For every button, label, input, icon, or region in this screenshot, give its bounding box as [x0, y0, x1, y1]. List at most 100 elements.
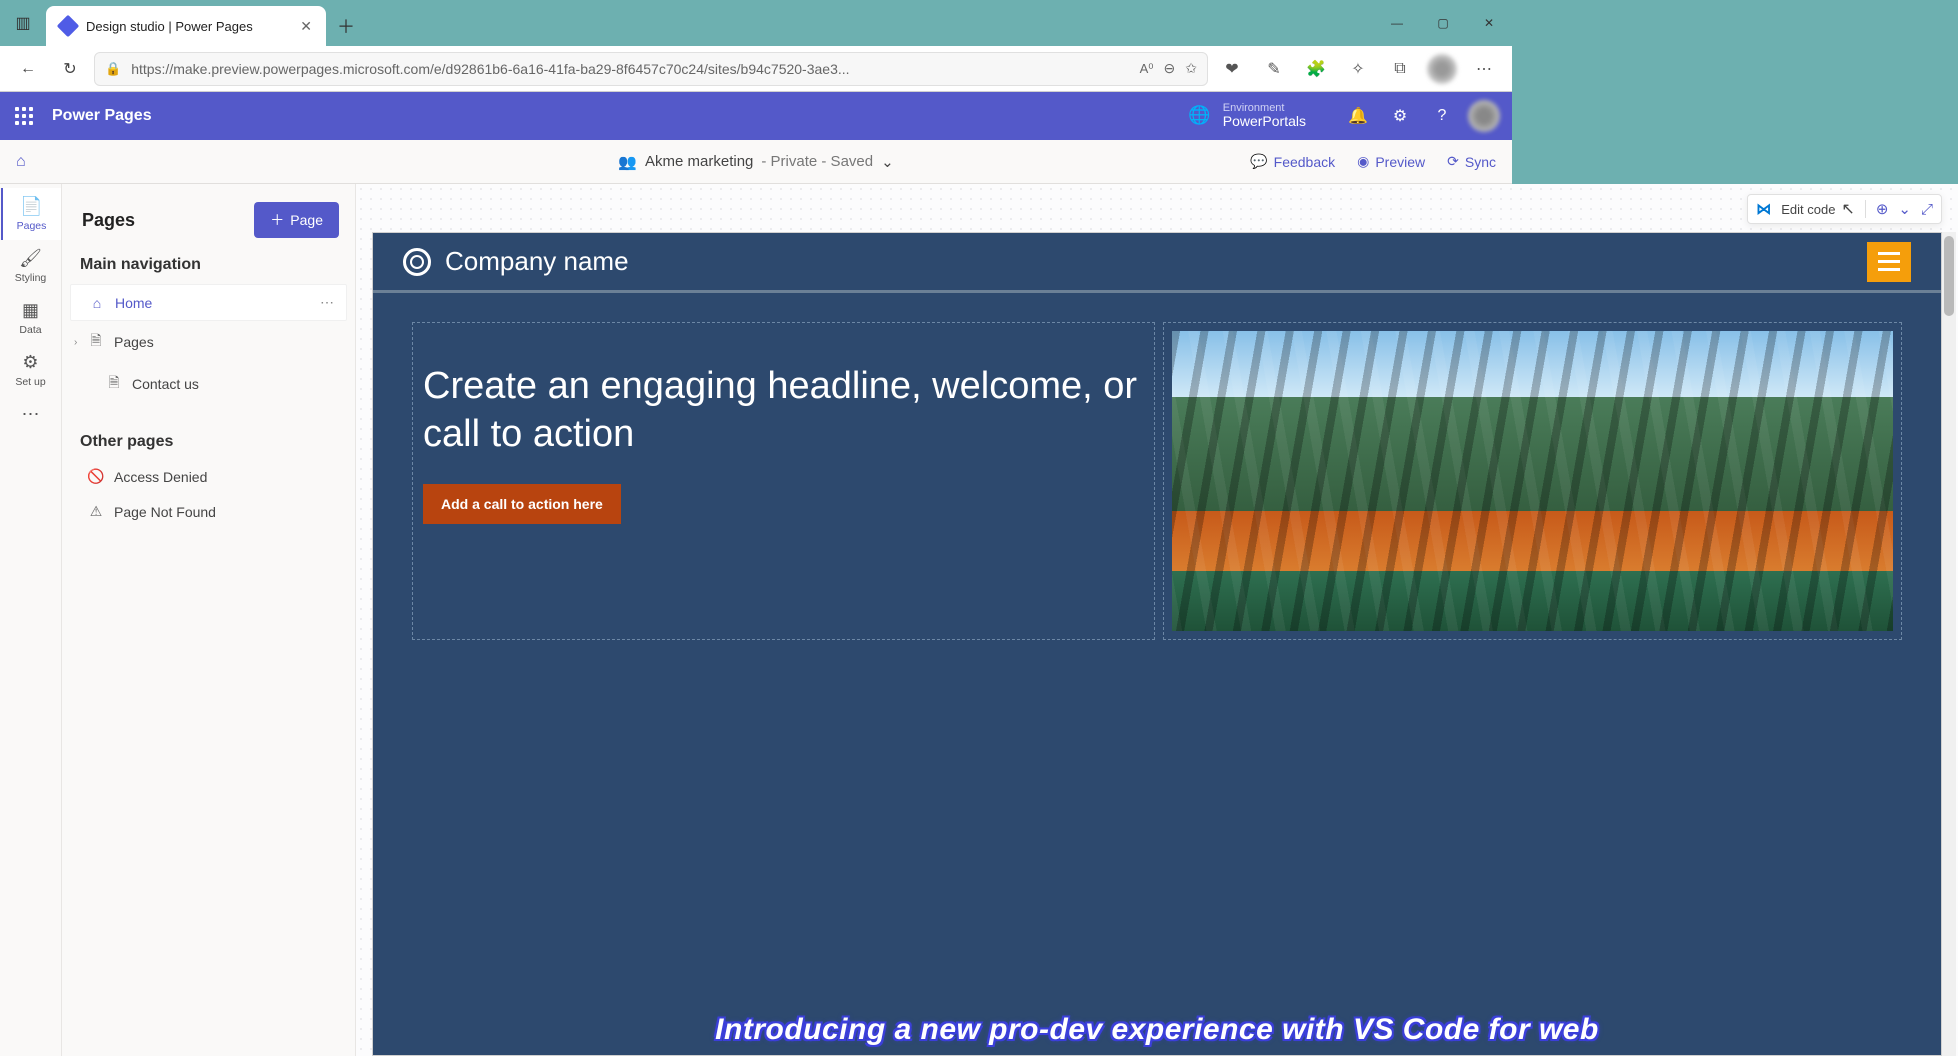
feedback-label: Feedback	[1274, 154, 1335, 170]
hero-section[interactable]: Create an engaging headline, welcome, or…	[373, 293, 1941, 639]
more-icon[interactable]: ⋯	[1466, 51, 1502, 87]
minimize-button[interactable]: —	[1374, 0, 1420, 46]
hero-text-column[interactable]: Create an engaging headline, welcome, or…	[413, 323, 1154, 639]
refresh-button[interactable]: ↻	[52, 51, 88, 87]
new-tab-button[interactable]: ＋	[326, 6, 366, 46]
extensions-icon[interactable]: 🧩	[1298, 51, 1334, 87]
canvas-scrollbar[interactable]	[1942, 232, 1956, 1056]
lock-icon: 🔒	[105, 61, 121, 77]
shopping-icon[interactable]: ❤	[1214, 51, 1250, 87]
pages-panel: Pages ＋ Page Main navigation ⌂ Home ⋯ › …	[62, 184, 356, 1056]
styling-icon: 🖌	[21, 248, 41, 268]
nav-item-label: Home	[115, 295, 152, 311]
zoom-icon[interactable]: ⊕	[1876, 200, 1889, 218]
reader-mode-icon[interactable]: A⁰	[1140, 61, 1154, 77]
site-switcher[interactable]: 👥 Akme marketing - Private - Saved ⌄	[618, 153, 893, 171]
edit-code-button[interactable]: Edit code	[1781, 202, 1835, 217]
add-page-button[interactable]: ＋ Page	[254, 202, 339, 238]
hero-image-placeholder[interactable]	[1172, 331, 1893, 631]
not-found-icon: ⚠	[88, 503, 104, 520]
rail-setup-label: Set up	[15, 376, 45, 388]
chevron-down-icon: ⌄	[881, 153, 894, 171]
rail-setup[interactable]: ⚙ Set up	[1, 344, 61, 396]
chevron-right-icon[interactable]: ›	[74, 337, 77, 348]
nav-item-home[interactable]: ⌂ Home ⋯	[70, 284, 347, 321]
collections-icon[interactable]: ⧉	[1382, 51, 1418, 87]
back-button[interactable]: ←	[10, 51, 46, 87]
panel-title: Pages	[82, 210, 135, 231]
close-tab-icon[interactable]: ✕	[300, 18, 312, 35]
hero-image-column[interactable]	[1164, 323, 1901, 639]
browser-tab[interactable]: Design studio | Power Pages ✕	[46, 6, 326, 46]
tab-actions-button[interactable]: ▥	[0, 0, 46, 46]
zoom-icon[interactable]: ⊖	[1164, 60, 1176, 77]
people-icon: 👥	[618, 153, 637, 171]
site-preview: Company name Create an engaging headline…	[372, 232, 1942, 1056]
app-launcher-icon[interactable]	[12, 104, 36, 128]
nav-item-label: Pages	[114, 334, 154, 350]
other-item-access-denied[interactable]: 🚫 Access Denied	[70, 459, 347, 494]
company-name[interactable]: Company name	[445, 246, 629, 277]
site-status: - Private - Saved	[761, 153, 873, 170]
window-controls: — ▢ ✕	[1374, 0, 1512, 46]
site-name: Akme marketing	[645, 153, 753, 170]
plus-icon: ＋	[270, 210, 284, 230]
app-header: Power Pages 🌐 Environment PowerPortals 🔔…	[0, 92, 1512, 140]
scrollbar-thumb[interactable]	[1944, 236, 1954, 316]
other-item-not-found[interactable]: ⚠ Page Not Found	[70, 494, 347, 529]
rail-pages[interactable]: 📄 Pages	[1, 188, 61, 240]
environment-value: PowerPortals	[1223, 114, 1306, 129]
pages-icon: 📄	[22, 196, 42, 216]
site-header[interactable]: Company name	[373, 233, 1941, 293]
chevron-down-icon[interactable]: ⌄	[1898, 200, 1911, 218]
help-icon[interactable]: ?	[1426, 100, 1458, 132]
left-rail: 📄 Pages 🖌 Styling ▦ Data ⚙ Set up ⋯	[0, 184, 62, 1056]
settings-icon[interactable]: ⚙	[1384, 100, 1416, 132]
sync-button[interactable]: ⟳Sync	[1447, 153, 1496, 170]
tab-title: Design studio | Power Pages	[86, 19, 290, 34]
environment-picker[interactable]: 🌐 Environment PowerPortals	[1188, 102, 1306, 129]
other-pages-heading: Other pages	[62, 419, 355, 459]
rail-more[interactable]: ⋯	[1, 396, 61, 432]
preview-label: Preview	[1375, 154, 1425, 170]
maximize-button[interactable]: ▢	[1420, 0, 1466, 46]
canvas-toolbar: ⋈ Edit code ↖ ⊕ ⌄ ⤢	[1747, 194, 1942, 224]
profile-avatar[interactable]	[1424, 51, 1460, 87]
favorite-icon[interactable]: ✩	[1185, 60, 1197, 77]
expand-icon[interactable]: ⤢	[1921, 201, 1933, 218]
favorites-bar-icon[interactable]: ✧	[1340, 51, 1376, 87]
home-icon[interactable]: ⌂	[16, 153, 26, 171]
user-avatar[interactable]	[1468, 100, 1500, 132]
access-denied-icon: 🚫	[88, 468, 104, 485]
setup-icon: ⚙	[21, 352, 41, 372]
notifications-icon[interactable]: 🔔	[1342, 100, 1374, 132]
hamburger-menu[interactable]	[1867, 242, 1911, 282]
rail-styling[interactable]: 🖌 Styling	[1, 240, 61, 292]
sub-toolbar: ⌂ 👥 Akme marketing - Private - Saved ⌄ 💬…	[0, 140, 1512, 184]
rail-data-label: Data	[19, 324, 41, 336]
brand-name[interactable]: Power Pages	[52, 107, 152, 125]
rail-styling-label: Styling	[15, 272, 47, 284]
feedback-button[interactable]: 💬Feedback	[1250, 153, 1335, 170]
close-window-button[interactable]: ✕	[1466, 0, 1512, 46]
hero-headline[interactable]: Create an engaging headline, welcome, or…	[423, 363, 1144, 458]
rail-data[interactable]: ▦ Data	[1, 292, 61, 344]
vscode-icon: ⋈	[1756, 200, 1771, 218]
preview-button[interactable]: ◉ Preview	[1357, 153, 1425, 170]
separator	[1865, 200, 1866, 218]
hero-cta-button[interactable]: Add a call to action here	[423, 484, 621, 524]
eye-icon: ◉	[1357, 153, 1369, 170]
site-logo-icon	[403, 248, 431, 276]
nav-item-label: Contact us	[132, 376, 199, 392]
rail-pages-label: Pages	[17, 220, 47, 232]
cursor-icon: ↖	[1841, 199, 1854, 219]
main-layout: 📄 Pages 🖌 Styling ▦ Data ⚙ Set up ⋯ Page…	[0, 184, 1958, 1056]
main-nav-heading: Main navigation	[62, 252, 355, 284]
nav-item-pages[interactable]: › 🗎 Pages	[70, 321, 347, 363]
sync-icon: ⟳	[1447, 153, 1459, 170]
url-box[interactable]: 🔒 https://make.preview.powerpages.micros…	[94, 52, 1208, 86]
favicon-icon	[57, 15, 80, 38]
row-more-icon[interactable]: ⋯	[320, 294, 336, 311]
edit-icon[interactable]: ✎	[1256, 51, 1292, 87]
nav-item-contact[interactable]: 🗎 Contact us	[70, 363, 347, 405]
